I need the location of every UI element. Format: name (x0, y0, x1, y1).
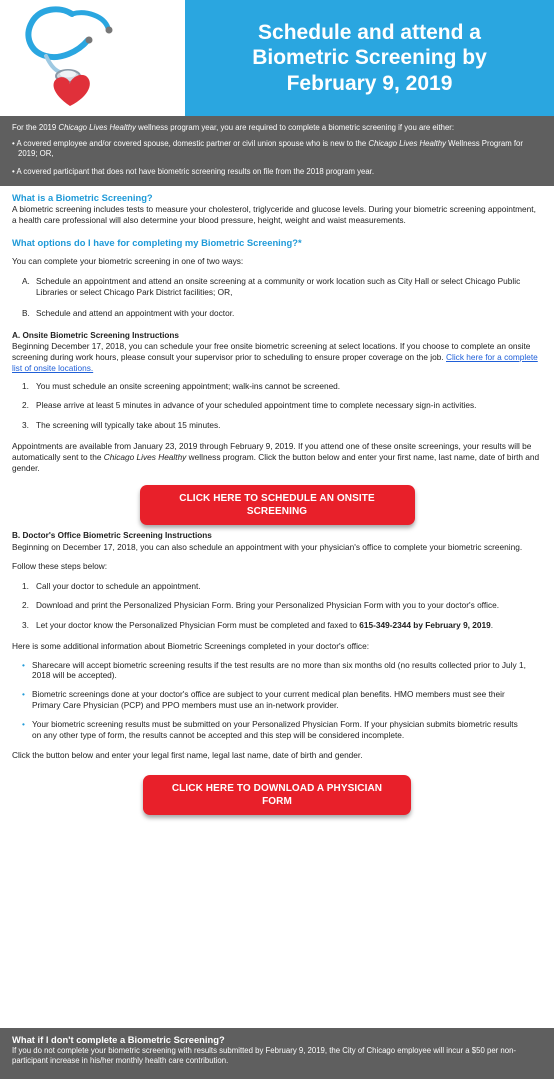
notice-intro: For the 2019 Chicago Lives Healthy welln… (12, 123, 542, 133)
notice-intro-text-end: wellness program year, you are required … (135, 123, 455, 132)
bullet-text: Your biometric screening results must be… (32, 718, 518, 740)
hero-banner: Schedule and attend a Biometric Screenin… (0, 0, 554, 116)
fax-deadline: 615-349-2344 by February 9, 2019 (359, 620, 491, 631)
email-page: Schedule and attend a Biometric Screenin… (0, 0, 554, 1079)
info-bullet: • Biometric screenings done at your doct… (12, 689, 542, 711)
doctor-heading: B. Doctor's Office Biometric Screening I… (12, 531, 212, 541)
step-text-start: Let your doctor know the Personalized Ph… (36, 620, 360, 631)
onsite-heading: A. Onsite Biometric Screening Instructio… (12, 330, 179, 340)
notice-bullet: • A covered participant that does not ha… (12, 167, 375, 177)
step-text: Please arrive at least 5 minutes in adva… (36, 400, 477, 411)
stethoscope-icon (25, 6, 113, 106)
physician-button-row: CLICK HERE TO DOWNLOAD A PHYSICIAN FORM (12, 775, 542, 816)
doctor-step: 3. Let your doctor know the Personalized… (12, 620, 542, 631)
hero-title-line-1: Schedule and attend a (258, 21, 481, 45)
hero-title-line-2: Biometric Screening by (252, 46, 487, 70)
physician-form-instructions: Click the button below and enter your le… (12, 750, 363, 761)
step-number: 1. (22, 580, 29, 591)
bullet-mark: • (22, 718, 25, 729)
doctor-step: 1. Call your doctor to schedule an appoi… (12, 581, 542, 592)
schedule-onsite-button[interactable]: CLICK HERE TO SCHEDULE AN ONSITE SCREENI… (139, 485, 415, 526)
hero-illustration (0, 0, 185, 116)
onsite-intro: Beginning December 17, 2018, you can sch… (12, 341, 542, 373)
onsite-button-row: CLICK HERE TO SCHEDULE AN ONSITE SCREENI… (12, 485, 542, 526)
step-number: 3. (22, 620, 29, 631)
step-text: You must schedule an onsite screening ap… (36, 380, 341, 391)
hero-title: Schedule and attend a Biometric Screenin… (185, 0, 554, 116)
step-text: Download and print the Personalized Phys… (36, 600, 500, 611)
footer-notice: What if I don't complete a Biometric Scr… (0, 1028, 554, 1079)
additional-info-text: Here is some additional information abou… (12, 640, 369, 651)
content-body: What is a Biometric Screening? A biometr… (0, 186, 554, 816)
notice-intro-text: For the 2019 (12, 123, 59, 132)
eligibility-notice: For the 2019 Chicago Lives Healthy welln… (0, 116, 554, 186)
options-intro: You can complete your biometric screenin… (12, 255, 244, 266)
follow-steps-text: Follow these steps below: (12, 560, 108, 571)
step-number: 2. (22, 600, 29, 611)
info-bullet: • Sharecare will accept biometric screen… (12, 660, 542, 682)
bullet-text: Sharecare will accept biometric screenin… (32, 659, 526, 681)
step-text: Let your doctor know the Personalized Ph… (36, 620, 542, 631)
step-number: 1. (22, 380, 29, 391)
onsite-step: 2. Please arrive at least 5 minutes in a… (12, 400, 542, 411)
option-b: B. Schedule and attend an appointment wi… (12, 308, 542, 319)
what-is-heading: What is a Biometric Screening? (12, 191, 153, 203)
bullet-mark: • (22, 659, 25, 670)
option-text: Schedule an appointment and attend an on… (36, 276, 521, 298)
download-physician-form-button[interactable]: CLICK HERE TO DOWNLOAD A PHYSICIAN FORM (143, 775, 411, 816)
step-text-end: . (490, 620, 494, 631)
option-a: A. Schedule an appointment and attend an… (12, 276, 542, 298)
info-bullet: • Your biometric screening results must … (12, 719, 542, 741)
appointments-text: Appointments are available from January … (12, 441, 542, 473)
step-text: The screening will typically take about … (36, 420, 221, 431)
option-text: Schedule and attend an appointment with … (36, 307, 235, 318)
hero-title-line-3: February 9, 2019 (286, 71, 453, 95)
footer-text: If you do not complete your biometric sc… (12, 1046, 517, 1066)
onsite-step: 1. You must schedule an onsite screening… (12, 381, 542, 392)
doctor-step: 2. Download and print the Personalized P… (12, 600, 542, 611)
program-name: Chicago Lives Healthy (58, 123, 136, 132)
bullet-mark: • (22, 689, 25, 700)
program-name: Chicago Lives Healthy (368, 139, 446, 149)
footer-heading: What if I don't complete a Biometric Scr… (12, 1034, 225, 1045)
program-name: Chicago Lives Healthy (103, 451, 187, 462)
step-number: 2. (22, 400, 29, 411)
notice-bullet: • A covered employee and/or covered spou… (12, 139, 542, 159)
bullet-text: Biometric screenings done at your doctor… (32, 689, 505, 710)
step-text: Call your doctor to schedule an appointm… (36, 580, 201, 591)
notice-list: • A covered employee and/or covered spou… (12, 139, 542, 177)
what-is-text: A biometric screening includes tests to … (12, 203, 536, 225)
notice-bullet-text: • A covered employee and/or covered spou… (12, 139, 369, 149)
onsite-step: 3. The screening will typically take abo… (12, 420, 542, 431)
doctor-intro: Beginning on December 17, 2018, you can … (12, 541, 523, 552)
option-label: B. (22, 307, 30, 318)
options-heading: What options do I have for completing my… (12, 237, 302, 249)
step-number: 3. (22, 420, 29, 431)
option-label: A. (22, 276, 30, 287)
